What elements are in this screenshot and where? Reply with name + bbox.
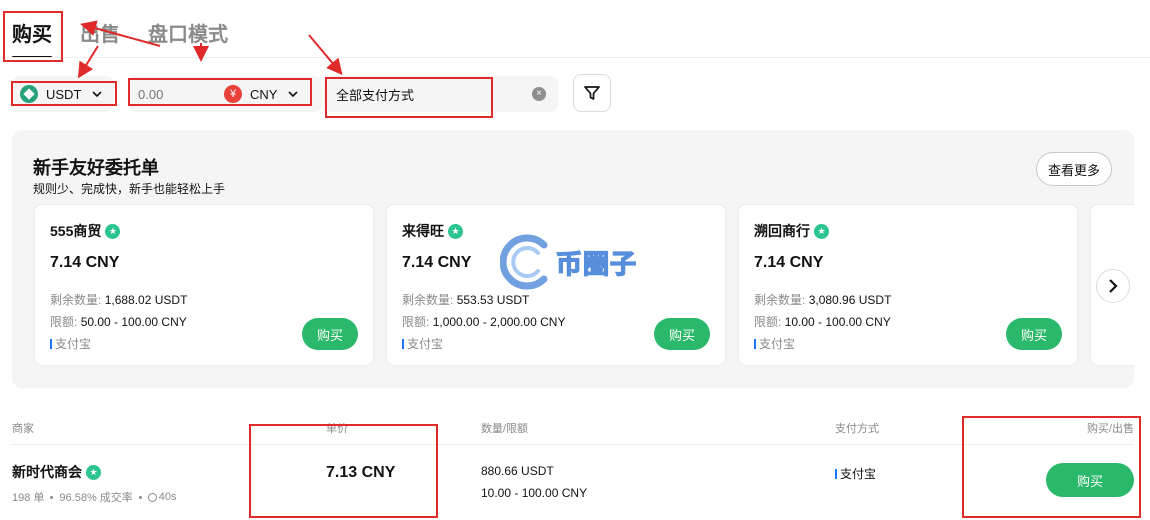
trade-tabs: 购买 出售 盘口模式 xyxy=(12,18,228,58)
filter-icon xyxy=(584,86,600,100)
coin-selector[interactable]: USDT xyxy=(12,76,114,112)
merchant-name-text: 555商贸 xyxy=(50,223,102,239)
section-subtitle: 规则少、完成快，新手也能轻松上手 xyxy=(33,182,226,196)
amount-input[interactable] xyxy=(138,86,218,102)
limit-label: 限额: xyxy=(402,315,430,329)
payment-method-selector[interactable]: 全部支付方式 × xyxy=(324,76,558,112)
limit-value: 50.00 - 100.00 CNY xyxy=(80,315,187,329)
qty-label: 剩余数量: xyxy=(50,293,102,307)
col-merchant: 商家 xyxy=(12,423,34,435)
unit-price: 7.14 CNY xyxy=(754,254,824,271)
dot-separator xyxy=(50,495,54,499)
payment-text: 支付宝 xyxy=(759,337,796,351)
order-card: 555商贸 ★ 7.14 CNY 剩余数量: 1,688.02 USDT 限额: … xyxy=(34,204,374,366)
remaining-qty: 剩余数量: 3,080.96 USDT xyxy=(754,291,891,308)
merchant-name-text: 新时代商会 xyxy=(12,464,82,480)
merchant-name-text: 溯回商行 xyxy=(754,223,810,239)
qty-value: 553.53 USDT xyxy=(456,293,530,307)
limit: 限额: 50.00 - 100.00 CNY xyxy=(50,313,187,330)
unit-price: 7.13 CNY xyxy=(326,464,396,481)
payment-bar-icon xyxy=(835,468,837,479)
table-row: 新时代商会 ★ 198 单 96.58% 成交率 40s 7.13 CNY 880… xyxy=(12,452,1134,512)
avg-release-time: 40s xyxy=(158,491,177,503)
merchant-stats: 198 单 96.58% 成交率 40s xyxy=(12,489,177,505)
merchant-name[interactable]: 溯回商行 ★ xyxy=(754,221,829,241)
payment-method: 支付宝 xyxy=(50,335,91,352)
payment-method: 支付宝 xyxy=(754,335,795,352)
limit-label: 限额: xyxy=(50,315,78,329)
merchant-name[interactable]: 新时代商会 ★ xyxy=(12,462,101,482)
chevron-down-icon xyxy=(92,91,102,98)
payment-method: 支付宝 xyxy=(835,465,876,482)
tab-buy[interactable]: 购买 xyxy=(12,18,52,58)
tab-sell[interactable]: 出售 xyxy=(80,18,120,58)
buy-button[interactable]: 购买 xyxy=(654,318,710,350)
limit: 限额: 10.00 - 100.00 CNY xyxy=(754,313,891,330)
payment-text: 支付宝 xyxy=(840,467,877,481)
merchant-name[interactable]: 来得旺 ★ xyxy=(402,221,463,241)
available-qty: 880.66 USDT xyxy=(481,464,554,478)
newbie-orders-section: 新手友好委托单 规则少、完成快，新手也能轻松上手 查看更多 555商贸 ★ 7.1… xyxy=(12,130,1134,388)
chevron-down-icon[interactable] xyxy=(287,88,299,100)
verified-icon: ★ xyxy=(86,464,101,480)
limit: 限额: 1,000.00 - 2,000.00 CNY xyxy=(402,313,565,330)
tabs-divider xyxy=(0,57,1150,58)
table-divider xyxy=(12,444,1134,445)
fiat-selector-label[interactable]: CNY xyxy=(250,87,277,102)
limit-value: 10.00 - 100.00 CNY xyxy=(784,315,891,329)
payment-bar-icon xyxy=(754,338,756,349)
order-count: 198 单 xyxy=(12,492,45,504)
remaining-qty: 剩余数量: 553.53 USDT xyxy=(402,291,529,308)
unit-price: 7.14 CNY xyxy=(402,254,472,271)
col-qty-limit: 数量/限额 xyxy=(481,423,529,435)
table-header: 商家 单价 数量/限额 支付方式 购买/出售 xyxy=(12,420,1134,442)
qty-value: 3,080.96 USDT xyxy=(808,293,892,307)
cny-icon: ¥ xyxy=(224,85,242,103)
qty-value: 1,688.02 USDT xyxy=(104,293,188,307)
payment-method: 支付宝 xyxy=(402,335,443,352)
tab-orderbook-mode[interactable]: 盘口模式 xyxy=(148,18,228,58)
order-card: 溯回商行 ★ 7.14 CNY 剩余数量: 3,080.96 USDT 限额: 1… xyxy=(738,204,1078,366)
dot-separator xyxy=(138,495,142,499)
buy-button[interactable]: 购买 xyxy=(1006,318,1062,350)
payment-text: 支付宝 xyxy=(55,337,92,351)
chevron-right-icon xyxy=(1109,279,1118,293)
col-action: 购买/出售 xyxy=(1086,423,1134,435)
merchant-name-text: 来得旺 xyxy=(402,223,444,239)
filter-button[interactable] xyxy=(573,74,611,112)
qty-label: 剩余数量: xyxy=(402,293,454,307)
col-price: 单价 xyxy=(326,423,348,435)
payment-text: 支付宝 xyxy=(407,337,444,351)
buy-button[interactable]: 购买 xyxy=(1046,463,1134,497)
limit-value: 1,000.00 - 2,000.00 CNY xyxy=(432,315,566,329)
col-payment: 支付方式 xyxy=(835,423,879,435)
completion-rate: 96.58% 成交率 xyxy=(59,492,133,504)
section-title: 新手友好委托单 xyxy=(33,158,159,178)
buy-button[interactable]: 购买 xyxy=(302,318,358,350)
amount-field: ¥ CNY xyxy=(128,76,322,112)
clock-icon xyxy=(147,492,157,502)
verified-icon: ★ xyxy=(105,223,121,239)
payment-bar-icon xyxy=(50,338,52,349)
payment-bar-icon xyxy=(402,338,404,349)
merchant-name[interactable]: 555商贸 ★ xyxy=(50,221,121,241)
coin-selector-label: USDT xyxy=(46,86,82,102)
clear-icon[interactable]: × xyxy=(532,87,546,101)
unit-price: 7.14 CNY xyxy=(50,254,120,271)
order-limit: 10.00 - 100.00 CNY xyxy=(481,486,588,500)
see-more-button[interactable]: 查看更多 xyxy=(1035,152,1112,186)
limit-label: 限额: xyxy=(754,315,782,329)
order-card: 来得旺 ★ 7.14 CNY 剩余数量: 553.53 USDT 限额: 1,00… xyxy=(386,204,726,366)
verified-icon: ★ xyxy=(814,223,829,239)
remaining-qty: 剩余数量: 1,688.02 USDT xyxy=(50,291,187,308)
payment-method-label: 全部支付方式 xyxy=(336,87,415,103)
qty-label: 剩余数量: xyxy=(754,293,806,307)
verified-icon: ★ xyxy=(448,223,463,239)
usdt-icon xyxy=(20,85,38,103)
carousel-next-button[interactable] xyxy=(1096,269,1130,303)
